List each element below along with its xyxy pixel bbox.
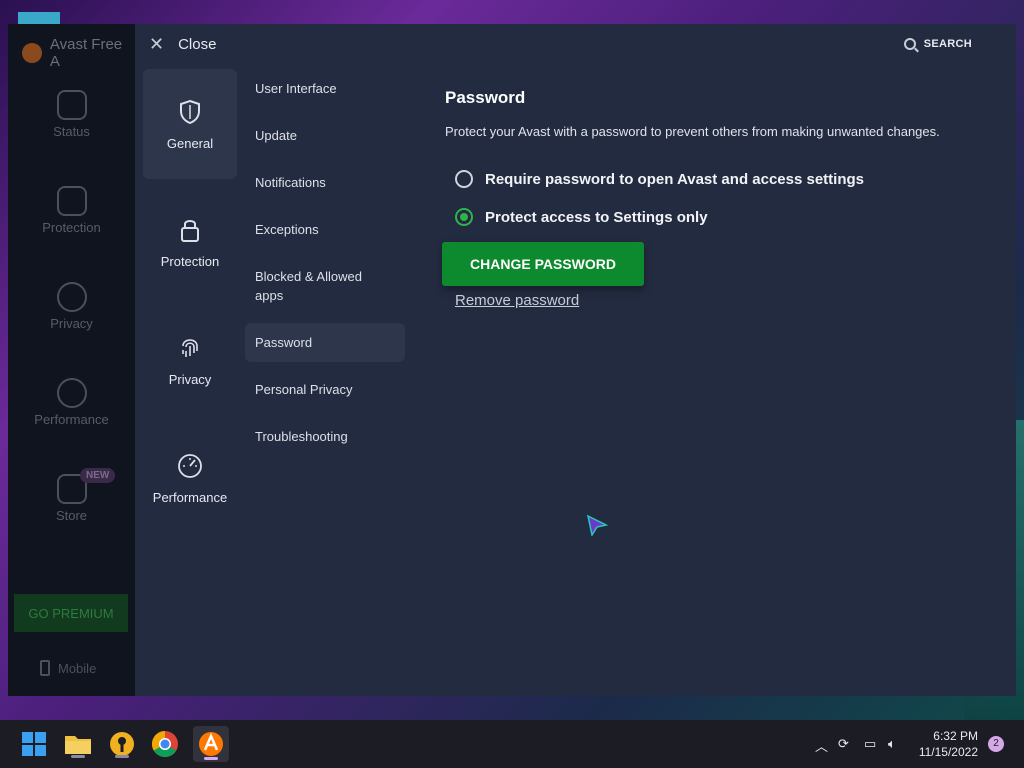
search-button[interactable]: SEARCH (903, 38, 972, 50)
option-protect-settings[interactable]: Protect access to Settings only (455, 208, 708, 226)
clock-date: 11/15/2022 (918, 745, 978, 759)
fingerprint-icon (56, 282, 87, 312)
password-description: Protect your Avast with a password to pr… (445, 124, 940, 139)
clock-time: 6:32 PM (933, 729, 978, 743)
app-title: Avast Free A (22, 36, 135, 70)
avast-logo-icon (22, 43, 42, 63)
category-privacy[interactable]: Privacy (143, 305, 237, 415)
sidebar-item-store[interactable]: NEW Store (8, 468, 135, 523)
settings-panel: ✕ Close SEARCH General Protection Privac… (135, 24, 1016, 696)
radio-require-password[interactable] (455, 170, 473, 188)
lock-icon (56, 186, 87, 216)
sidebar-item-mobile[interactable]: Mobile (40, 660, 96, 676)
change-password-button[interactable]: CHANGE PASSWORD (442, 242, 644, 286)
subitem-exceptions[interactable]: Exceptions (245, 210, 405, 249)
subitem-update[interactable]: Update (245, 116, 405, 155)
phone-icon (40, 660, 50, 676)
subitem-blocked-allowed-apps[interactable]: Blocked & Allowed apps (245, 257, 375, 315)
sidebar-item-protection[interactable]: Protection (8, 186, 135, 235)
speedometer-icon (56, 378, 87, 408)
mouse-pointer-icon (586, 514, 608, 536)
password-content: Password Protect your Avast with a passw… (442, 88, 1005, 309)
category-performance[interactable]: Performance (143, 423, 237, 533)
category-general[interactable]: General (143, 69, 237, 179)
category-protection[interactable]: Protection (143, 187, 237, 297)
chrome-button[interactable] (149, 728, 181, 760)
subitem-notifications[interactable]: Notifications (245, 163, 405, 202)
app-title-text: Avast Free A (49, 36, 123, 70)
new-badge: NEW (80, 468, 116, 483)
network-icon[interactable]: ▭ (864, 736, 876, 752)
option-require-password[interactable]: Require password to open Avast and acces… (455, 170, 864, 188)
go-premium-button[interactable]: GO PREMIUM (14, 594, 128, 632)
taskbar: ︿ ⟳ ▭ 🔈︎ 6:32 PM 11/15/2022 (0, 720, 1024, 768)
subitem-troubleshooting[interactable]: Troubleshooting (245, 417, 405, 456)
settings-header: ✕ Close SEARCH (135, 24, 1016, 68)
main-sidebar: Avast Free A Status Protection Privacy P… (8, 24, 135, 696)
chrome-icon (151, 730, 178, 758)
search-icon (903, 38, 916, 50)
sync-icon[interactable]: ⟳ (838, 736, 849, 752)
chevron-up-icon[interactable]: ︿ (815, 736, 828, 755)
file-explorer-button[interactable] (62, 728, 94, 760)
subitem-user-interface[interactable]: User Interface (245, 69, 405, 108)
notification-badge[interactable]: 2 (988, 736, 1004, 752)
close-icon: ✕ (149, 34, 165, 54)
start-button[interactable] (18, 728, 50, 760)
close-button[interactable]: ✕ Close (149, 34, 216, 55)
radio-protect-settings[interactable] (455, 208, 473, 226)
sidebar-item-status[interactable]: Status (8, 90, 135, 139)
remove-password-link[interactable]: Remove password (455, 292, 579, 309)
speedometer-icon (178, 453, 202, 478)
clock[interactable]: 6:32 PM 11/15/2022 (912, 728, 978, 760)
sidebar-item-performance[interactable]: Performance (8, 378, 135, 427)
page-title: Password (445, 88, 526, 107)
password-manager-button[interactable] (106, 728, 138, 760)
shield-icon (56, 90, 87, 120)
lock-icon (181, 219, 199, 242)
shield-icon (180, 99, 200, 124)
volume-icon[interactable]: 🔈︎ (888, 736, 896, 752)
subitem-personal-privacy[interactable]: Personal Privacy (245, 370, 405, 409)
sidebar-item-privacy[interactable]: Privacy (8, 282, 135, 331)
subitem-password[interactable]: Password (245, 323, 405, 362)
avast-taskbar-button[interactable] (193, 726, 229, 762)
windows-logo-icon (22, 732, 33, 743)
fingerprint-icon (182, 338, 198, 357)
